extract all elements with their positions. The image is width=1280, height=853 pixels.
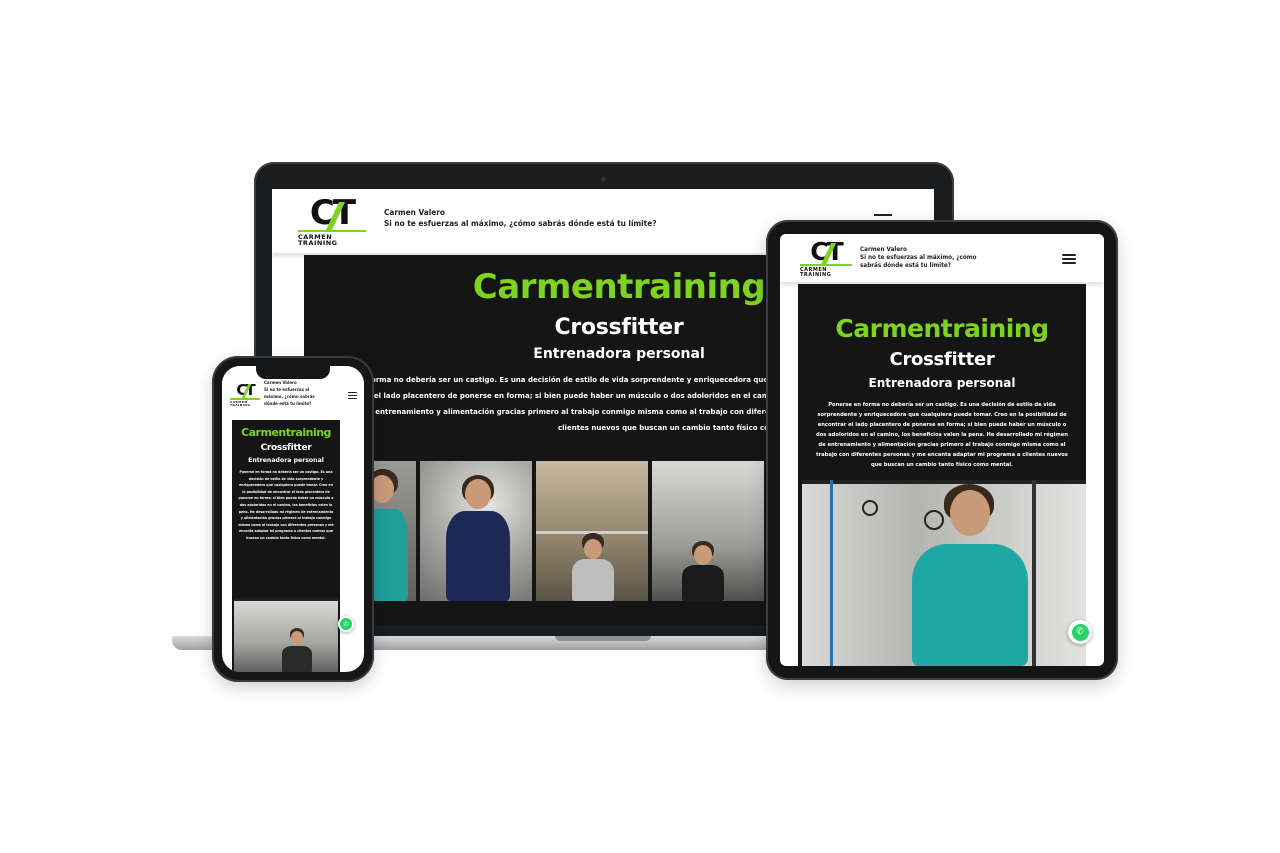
tagline: Si no te esfuerzas al máximo, ¿cómo sabr… [384, 218, 657, 228]
owner-name: Carmen Valero [384, 207, 445, 218]
laptop-camera [601, 177, 606, 182]
laptop-menu-stub [874, 214, 892, 216]
tablet-site-header: CT CARMEN TRAINING Carmen Valero Si no t… [780, 234, 1104, 282]
hero-photo[interactable] [802, 480, 1086, 666]
whatsapp-icon: ✆ [1071, 623, 1089, 641]
hero-title: Carmentraining [241, 426, 331, 439]
tablet-screen: CT CARMEN TRAINING Carmen Valero Si no t… [780, 234, 1104, 666]
tagline: Si no te esfuerzas al máximo, ¿cómo sabr… [264, 388, 315, 407]
gallery-photo[interactable] [536, 461, 648, 601]
hero-role: Entrenadora personal [248, 457, 324, 464]
tagline: Si no te esfuerzas al máximo, ¿cómo sabr… [860, 253, 977, 270]
header-text: Carmen Valero Si no te esfuerzas al máxi… [264, 380, 328, 408]
hero-body: Ponerse en forma no debería ser un casti… [816, 402, 1068, 468]
logo-wordmark: CARMEN TRAINING [298, 229, 366, 247]
owner-name: Carmen Valero [264, 381, 297, 386]
owner-name: Carmen Valero [860, 245, 907, 253]
hero-role: Entrenadora personal [868, 376, 1016, 390]
hero-photo[interactable] [234, 598, 338, 672]
header-text: Carmen Valero Si no te esfuerzas al máxi… [860, 246, 980, 271]
hero-subtitle: Crossfitter [889, 349, 995, 370]
site-logo[interactable]: CT CARMEN TRAINING [800, 239, 852, 277]
phone-screen: CT CARMEN TRAINING Carmen Valero Si no t… [222, 366, 364, 672]
gallery-photo[interactable] [368, 461, 416, 601]
hero-subtitle: Crossfitter [260, 443, 312, 453]
gallery-photo[interactable] [420, 461, 532, 601]
site-logo[interactable]: CT CARMEN TRAINING [298, 196, 366, 246]
hamburger-menu-icon[interactable] [348, 392, 357, 399]
hero-title: Carmentraining [835, 314, 1049, 343]
whatsapp-button[interactable]: ✆ [1068, 620, 1092, 644]
logo-wordmark: CARMEN TRAINING [230, 398, 260, 407]
hamburger-menu-icon[interactable] [1062, 254, 1076, 264]
phone-notch [256, 366, 330, 379]
gallery-photo[interactable] [652, 461, 764, 601]
whatsapp-icon: ✆ [340, 618, 352, 630]
tablet-hero: Carmentraining Crossfitter Entrenadora p… [798, 284, 1092, 666]
hero-body: Ponerse en forma no debería ser un casti… [238, 470, 334, 540]
site-logo[interactable]: CT CARMEN TRAINING [230, 382, 260, 408]
logo-wordmark: CARMEN TRAINING [800, 263, 852, 278]
phone-hero: Carmentraining Crossfitter Entrenadora p… [232, 420, 340, 672]
header-text: Carmen Valero Si no te esfuerzas al máxi… [384, 207, 656, 228]
whatsapp-button[interactable]: ✆ [338, 616, 354, 632]
laptop-hinge-notch [555, 636, 651, 641]
